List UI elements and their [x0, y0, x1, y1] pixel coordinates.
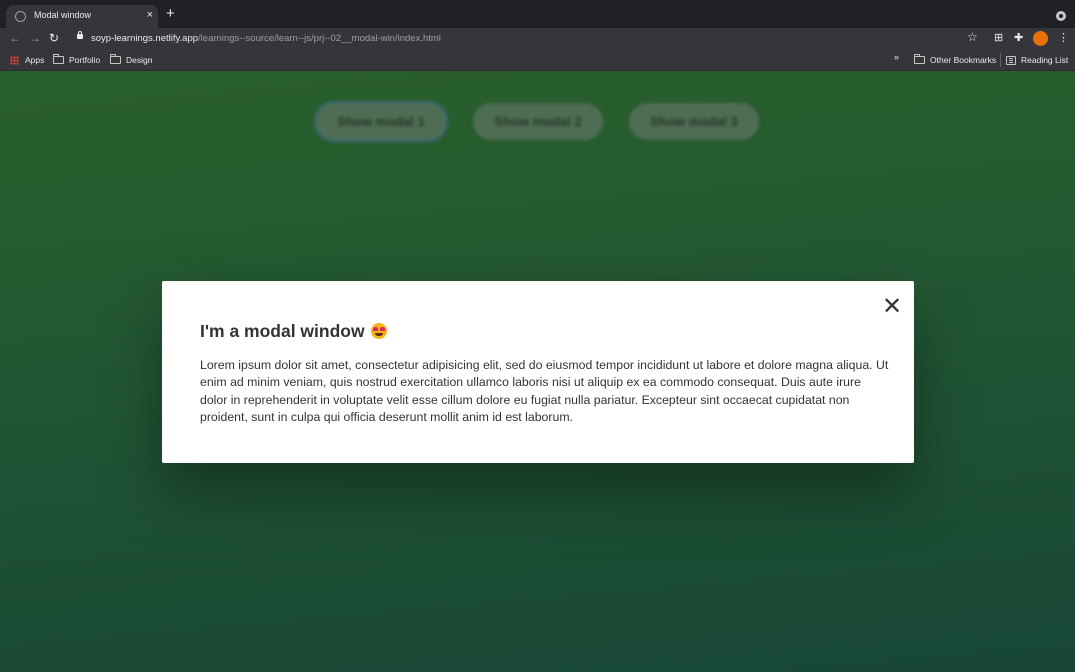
reload-button[interactable]: ↻ — [49, 31, 59, 45]
globe-icon — [15, 11, 26, 22]
modal-body-text: Lorem ipsum dolor sit amet, consectetur … — [200, 358, 889, 424]
tab-strip: Modal window × + — [0, 0, 1075, 28]
more-bookmarks-chevron-icon[interactable]: » — [894, 52, 899, 62]
tab-search-icon[interactable] — [1056, 11, 1066, 21]
bookmark-portfolio[interactable]: Portfolio — [53, 53, 100, 67]
heart-eyes-emoji-icon — [371, 323, 388, 339]
modal-window: ✕ I'm a modal window Lorem ipsum dolor s… — [162, 281, 914, 463]
tab-modal-window[interactable]: Modal window × — [6, 5, 158, 28]
extension-icon[interactable]: ⊞ — [994, 31, 1003, 45]
bookmark-apps[interactable]: Apps — [10, 53, 44, 67]
url-path: /learnings--source/learn--js/prj--02__mo… — [198, 33, 441, 44]
page-viewport: Show modal 1 Show modal 2 Show modal 3 ✕… — [0, 71, 1075, 672]
folder-icon — [110, 54, 121, 64]
reading-list[interactable]: Reading List — [1006, 53, 1068, 67]
new-tab-button[interactable]: + — [166, 6, 175, 22]
bookmark-star-icon[interactable]: ☆ — [967, 30, 978, 44]
apps-grid-icon — [10, 55, 19, 65]
tab-title: Modal window — [34, 10, 92, 20]
forward-button[interactable]: → — [29, 31, 41, 45]
close-icon[interactable]: ✕ — [881, 294, 903, 318]
folder-icon — [53, 54, 64, 64]
url-host: soyp-learnings.netlify.app — [91, 33, 199, 44]
bookmarks-bar: Apps Portfolio Design » Other Bookmarks … — [0, 49, 1075, 71]
url-text[interactable]: soyp-learnings.netlify.app/learnings--so… — [91, 33, 441, 44]
tab-close-icon[interactable]: × — [147, 8, 153, 22]
browser-toolbar: ← → ↻ soyp-learnings.netlify.app/learnin… — [0, 28, 1075, 49]
reading-list-icon — [1006, 55, 1016, 65]
divider — [1000, 53, 1001, 67]
bookmark-other[interactable]: Other Bookmarks — [914, 53, 996, 67]
profile-avatar[interactable] — [1033, 31, 1048, 46]
menu-icon[interactable]: ⋮ — [1058, 31, 1069, 45]
bookmark-design[interactable]: Design — [110, 53, 152, 67]
folder-icon — [914, 54, 925, 64]
modal-title-text: I'm a modal window — [200, 321, 365, 341]
back-button[interactable]: ← — [9, 31, 21, 45]
lock-icon[interactable] — [77, 31, 83, 39]
address-bar[interactable]: soyp-learnings.netlify.app/learnings--so… — [69, 29, 987, 48]
puzzle-icon[interactable]: ✚ — [1014, 31, 1023, 45]
modal-title: I'm a modal window — [200, 321, 388, 342]
